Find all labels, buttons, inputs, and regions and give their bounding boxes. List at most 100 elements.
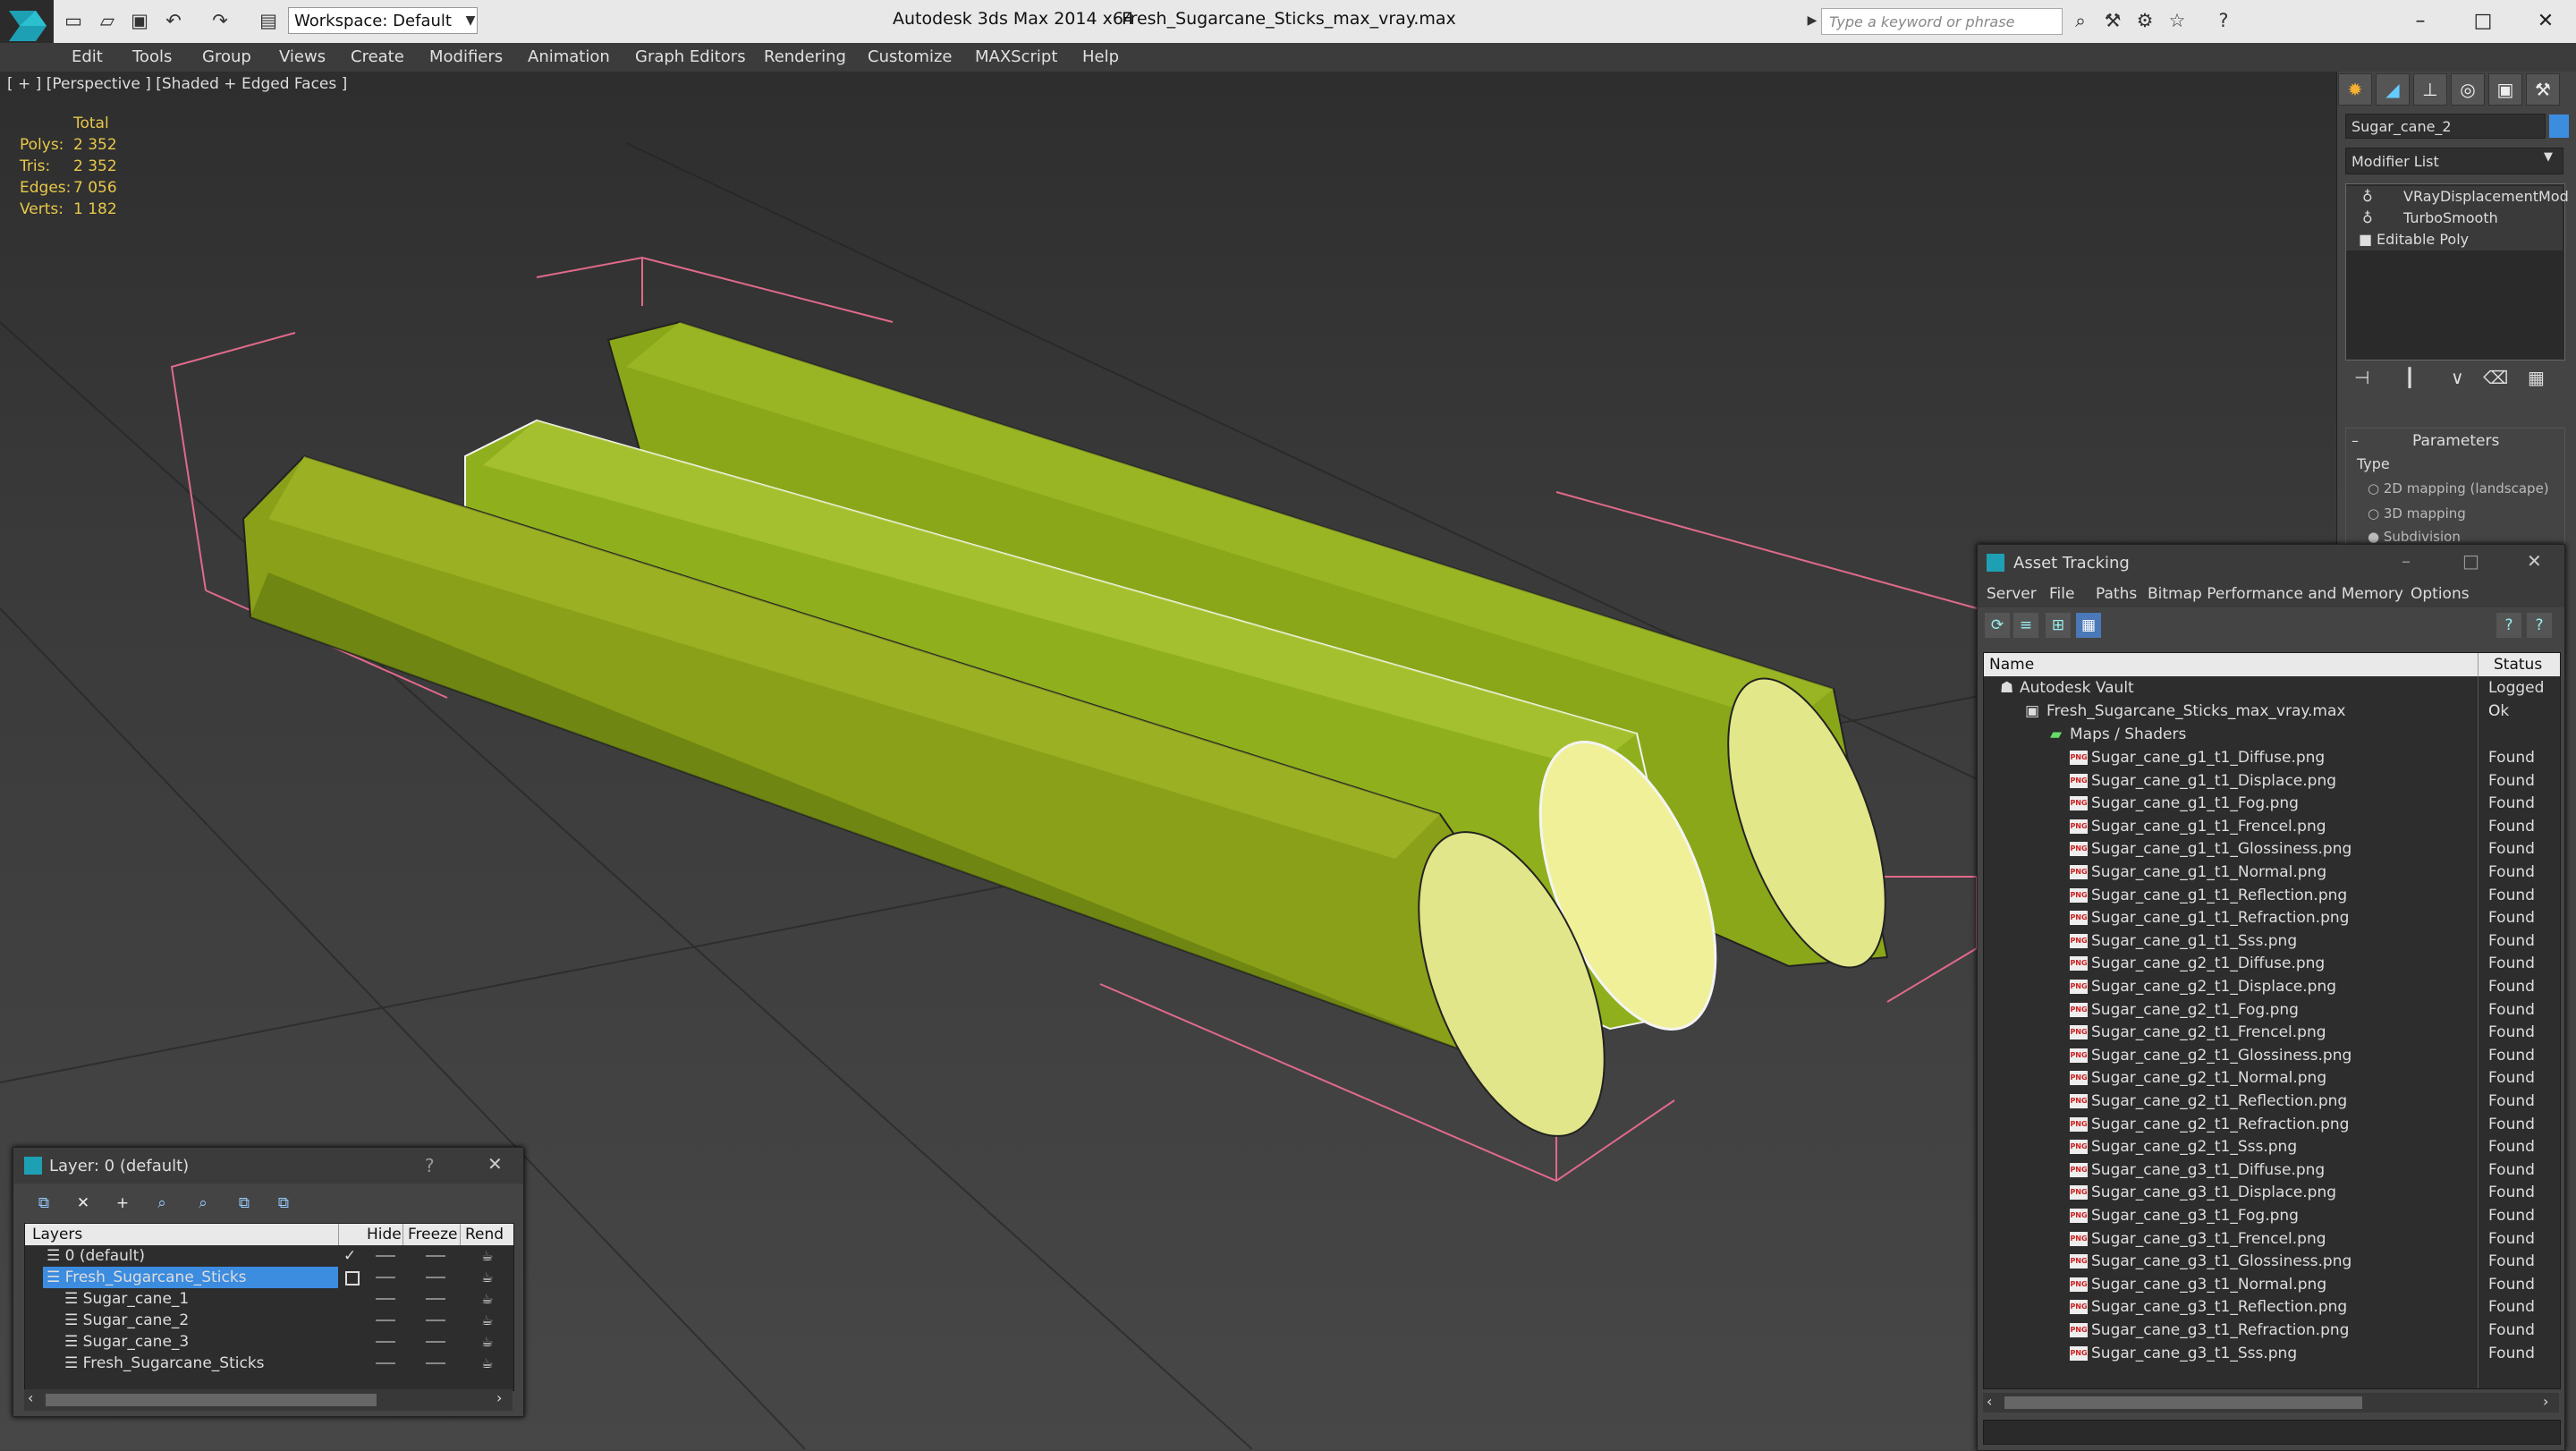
add-to-layer-icon[interactable]: +	[110, 1191, 135, 1216]
asset-row-map[interactable]: PNG Sugar_cane_g1_t1_Frencel.png Found	[1984, 815, 2560, 838]
asset-row-map[interactable]: PNG Sugar_cane_g1_t1_Refraction.png Found	[1984, 906, 2560, 929]
utilities-tab-icon[interactable]: ⚒	[2526, 73, 2560, 106]
viewport-label[interactable]: [ + ] [Perspective ] [Shaded + Edged Fac…	[7, 75, 347, 93]
asset-row-map[interactable]: PNG Sugar_cane_g1_t1_Diffuse.png Found	[1984, 746, 2560, 769]
create-tab-icon[interactable]: ✹	[2338, 73, 2372, 106]
asset-row-map[interactable]: PNG Sugar_cane_g2_t1_Sss.png Found	[1984, 1135, 2560, 1158]
remove-modifier-icon[interactable]: ⌫	[2483, 367, 2508, 388]
asset-row-map[interactable]: PNG Sugar_cane_g1_t1_Fog.png Found	[1984, 792, 2560, 815]
menu-bitmap-performance[interactable]: Bitmap Performance and Memory	[2148, 585, 2403, 603]
asset-row-map[interactable]: PNG Sugar_cane_g2_t1_Displace.png Found	[1984, 975, 2560, 998]
menu-graph-editors[interactable]: Graph Editors	[635, 47, 746, 66]
layer-row[interactable]: ☰ 0 (default) ✓ ☕	[25, 1245, 513, 1267]
horizontal-scrollbar[interactable]: ‹ ›	[24, 1389, 513, 1411]
radio-icon[interactable]: ○	[2368, 505, 2379, 522]
asset-row-map[interactable]: PNG Sugar_cane_g3_t1_Reflection.png Found	[1984, 1295, 2560, 1319]
asset-row-map[interactable]: PNG Sugar_cane_g1_t1_Normal.png Found	[1984, 861, 2560, 884]
menu-help[interactable]: Help	[1082, 47, 1119, 66]
project-folder-icon[interactable]: ▤	[256, 8, 281, 33]
freeze-toggle[interactable]	[426, 1341, 445, 1343]
render-teapot-icon[interactable]: ☕	[481, 1310, 493, 1331]
column-render-header[interactable]: Rend	[465, 1226, 504, 1243]
asset-row-map[interactable]: PNG Sugar_cane_g3_t1_Displace.png Found	[1984, 1181, 2560, 1204]
context-help-icon[interactable]: ?	[2527, 613, 2552, 638]
option-2d-mapping[interactable]: ○ 2D mapping (landscape)	[2368, 480, 2549, 496]
chevron-down-icon[interactable]: ▼	[2544, 150, 2553, 164]
menu-views[interactable]: Views	[279, 47, 326, 66]
asset-row-map[interactable]: PNG Sugar_cane_g2_t1_Glossiness.png Found	[1984, 1044, 2560, 1067]
modifier-list-dropdown[interactable]: Modifier List	[2345, 148, 2563, 174]
asset-row-map[interactable]: PNG Sugar_cane_g1_t1_Displace.png Found	[1984, 769, 2560, 793]
collapse-icon[interactable]: –	[2351, 432, 2359, 449]
asset-row-map[interactable]: PNG Sugar_cane_g2_t1_Diffuse.png Found	[1984, 952, 2560, 975]
show-end-result-icon[interactable]: ┃	[2404, 367, 2415, 388]
asset-row-map[interactable]: PNG Sugar_cane_g2_t1_Frencel.png Found	[1984, 1021, 2560, 1044]
freeze-toggle[interactable]	[426, 1362, 445, 1364]
stack-item-vraydisplacement[interactable]: ♁ VRayDisplacementMod	[2346, 186, 2569, 208]
create-layer-icon[interactable]: ⧉	[31, 1191, 56, 1216]
menu-file[interactable]: File	[2049, 585, 2074, 603]
horizontal-scrollbar[interactable]: ‹ ›	[1983, 1393, 2559, 1413]
hide-toggle[interactable]	[376, 1319, 395, 1321]
asset-row-map[interactable]: PNG Sugar_cane_g3_t1_Diffuse.png Found	[1984, 1158, 2560, 1182]
make-unique-icon[interactable]: ∨	[2451, 367, 2464, 388]
modify-tab-icon[interactable]: ◢	[2376, 73, 2410, 106]
layer-manager-titlebar[interactable]: Layer: 0 (default) ? ✕	[13, 1148, 523, 1184]
menu-paths[interactable]: Paths	[2096, 585, 2137, 603]
hide-toggle[interactable]	[376, 1298, 395, 1300]
favorites-icon[interactable]: ☆	[2165, 8, 2190, 33]
render-teapot-icon[interactable]: ☕	[481, 1331, 493, 1353]
asset-row-map[interactable]: PNG Sugar_cane_g3_t1_Normal.png Found	[1984, 1273, 2560, 1296]
column-freeze-header[interactable]: Freeze	[408, 1226, 457, 1243]
menu-maxscript[interactable]: MAXScript	[975, 47, 1057, 66]
asset-row-map[interactable]: PNG Sugar_cane_g2_t1_Fog.png Found	[1984, 998, 2560, 1022]
undo-icon[interactable]: ↶	[161, 8, 186, 33]
refresh-icon[interactable]: ⟳	[1985, 613, 2010, 638]
close-icon[interactable]: ✕	[2519, 4, 2572, 39]
radio-icon[interactable]: ○	[2368, 480, 2379, 496]
hide-toggle[interactable]	[376, 1277, 395, 1278]
menu-rendering[interactable]: Rendering	[764, 47, 846, 66]
communication-icon[interactable]: ⚙	[2132, 8, 2157, 33]
minimize-icon[interactable]: –	[2402, 550, 2411, 572]
stack-item-editable-poly[interactable]: ■ Editable Poly	[2346, 229, 2563, 250]
menu-tools[interactable]: Tools	[132, 47, 172, 66]
column-hide-header[interactable]: Hide	[367, 1226, 402, 1243]
highlight-layer-icon[interactable]: ⌕	[191, 1191, 216, 1216]
hide-toggle[interactable]	[376, 1362, 395, 1364]
freeze-toggle[interactable]	[426, 1277, 445, 1278]
layer-row[interactable]: ☰ Sugar_cane_1 ☕	[25, 1288, 513, 1310]
configure-sets-icon[interactable]: ▦	[2528, 367, 2545, 388]
freeze-toggle[interactable]	[426, 1298, 445, 1300]
select-objects-icon[interactable]: ⌕	[149, 1191, 174, 1216]
hide-toggle[interactable]	[376, 1255, 395, 1257]
motion-tab-icon[interactable]: ◎	[2451, 73, 2485, 106]
tree-view-icon[interactable]: ⊞	[2046, 613, 2071, 638]
subscription-icon[interactable]: ⚒	[2100, 8, 2125, 33]
close-icon[interactable]: ✕	[2527, 550, 2542, 572]
column-status-header[interactable]: Status	[2494, 656, 2542, 674]
asset-row-map[interactable]: PNG Sugar_cane_g2_t1_Refraction.png Found	[1984, 1113, 2560, 1136]
asset-row-folder[interactable]: ▰ Maps / Shaders	[1984, 723, 2560, 746]
hide-toggle[interactable]	[376, 1341, 395, 1343]
asset-row-scene-file[interactable]: ▣ Fresh_Sugarcane_Sticks_max_vray.max Ok	[1984, 700, 2560, 723]
open-file-icon[interactable]: ▱	[95, 8, 120, 33]
asset-path-field[interactable]	[1983, 1420, 2561, 1445]
expand-icon[interactable]: ■	[2359, 229, 2372, 250]
asset-row-map[interactable]: PNG Sugar_cane_g3_t1_Glossiness.png Found	[1984, 1250, 2560, 1273]
save-file-icon[interactable]: ▣	[127, 8, 152, 33]
maximize-icon[interactable]: □	[2462, 550, 2479, 572]
render-teapot-icon[interactable]: ☕	[481, 1353, 493, 1374]
menu-customize[interactable]: Customize	[868, 47, 952, 66]
display-tab-icon[interactable]: ▣	[2488, 73, 2522, 106]
binoculars-icon[interactable]: ⌕	[2068, 8, 2093, 33]
render-teapot-icon[interactable]: ☕	[481, 1288, 493, 1310]
maximize-icon[interactable]: □	[2456, 4, 2510, 39]
asset-row-map[interactable]: PNG Sugar_cane_g2_t1_Reflection.png Found	[1984, 1090, 2560, 1113]
freeze-toggle[interactable]	[426, 1319, 445, 1321]
asset-row-map[interactable]: PNG Sugar_cane_g3_t1_Fog.png Found	[1984, 1204, 2560, 1227]
scroll-right-icon[interactable]: ›	[496, 1389, 502, 1406]
menu-create[interactable]: Create	[351, 47, 404, 66]
asset-row-map[interactable]: PNG Sugar_cane_g3_t1_Refraction.png Found	[1984, 1319, 2560, 1342]
option-3d-mapping[interactable]: ○ 3D mapping	[2368, 505, 2466, 522]
